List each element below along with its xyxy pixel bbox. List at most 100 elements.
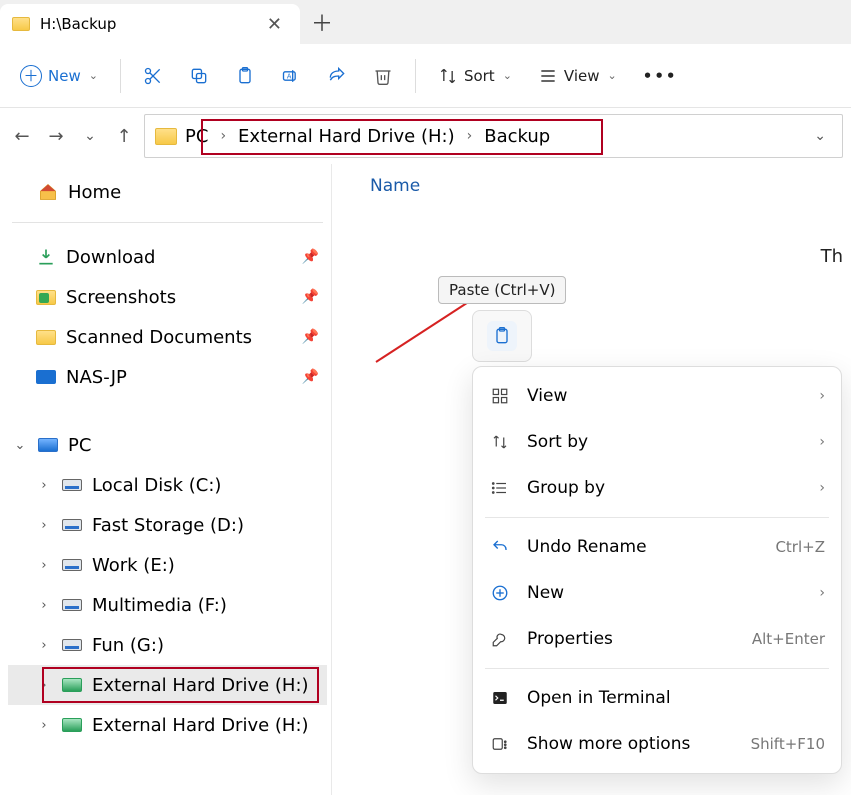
- cut-button[interactable]: [133, 56, 173, 96]
- copy-button[interactable]: [179, 56, 219, 96]
- tab-bar: H:\Backup ✕ ＋: [0, 0, 851, 44]
- context-menu: View › Sort by › Group by ›: [472, 366, 842, 774]
- ctx-label: Show more options: [527, 734, 690, 754]
- sidebar-item-scanned[interactable]: Scanned Documents 📌: [8, 317, 327, 357]
- clipboard-icon: [487, 321, 517, 351]
- chevron-right-icon[interactable]: ›: [36, 518, 52, 533]
- ctx-properties[interactable]: Properties Alt+Enter: [473, 616, 841, 662]
- sort-button[interactable]: Sort ⌄: [428, 56, 522, 96]
- chevron-right-icon[interactable]: ›: [36, 478, 52, 493]
- ctx-label: Properties: [527, 629, 613, 649]
- share-button[interactable]: [317, 56, 357, 96]
- crumb-pc[interactable]: PC: [185, 126, 208, 147]
- back-button[interactable]: ←: [8, 122, 36, 150]
- empty-hint-text: Th: [821, 246, 843, 267]
- chevron-right-icon: ›: [819, 585, 825, 601]
- external-disk-icon: [62, 718, 82, 732]
- divider: [485, 517, 829, 518]
- content-area[interactable]: Name ⌃ Th Paste (Ctrl+V) View ›: [332, 164, 851, 795]
- sidebar-item-label: External Hard Drive (H:): [92, 715, 309, 736]
- ctx-sort-by[interactable]: Sort by ›: [473, 419, 841, 465]
- chevron-right-icon[interactable]: ›: [36, 638, 52, 653]
- ctx-label: View: [527, 386, 567, 406]
- sidebar: Home Download 📌 Screenshots 📌 Scanned Do…: [0, 164, 332, 795]
- ellipsis-icon: •••: [643, 67, 678, 85]
- plus-circle-icon: ＋: [20, 65, 42, 87]
- ctx-show-more[interactable]: Show more options Shift+F10: [473, 721, 841, 767]
- sidebar-drive-g[interactable]: › Fun (G:): [8, 625, 327, 665]
- tab-title: H:\Backup: [40, 15, 251, 33]
- pin-icon[interactable]: 📌: [302, 289, 319, 305]
- sidebar-item-label: Local Disk (C:): [92, 475, 221, 496]
- chevron-right-icon[interactable]: ›: [36, 558, 52, 573]
- new-button[interactable]: ＋ New ⌄: [10, 56, 108, 96]
- sidebar-drive-d[interactable]: › Fast Storage (D:): [8, 505, 327, 545]
- pin-icon[interactable]: 📌: [302, 249, 319, 265]
- chevron-down-icon[interactable]: ⌄: [12, 438, 28, 453]
- ctx-shortcut: Alt+Enter: [752, 630, 825, 648]
- address-dropdown[interactable]: ⌄: [808, 128, 832, 144]
- chevron-right-icon[interactable]: ›: [467, 128, 473, 144]
- sidebar-item-label: External Hard Drive (H:): [92, 675, 309, 696]
- address-bar[interactable]: PC › External Hard Drive (H:) › Backup ⌄: [144, 114, 843, 158]
- close-tab-button[interactable]: ✕: [261, 14, 288, 35]
- chevron-right-icon[interactable]: ›: [36, 678, 52, 693]
- context-paste-button[interactable]: [472, 310, 532, 362]
- ctx-open-terminal[interactable]: Open in Terminal: [473, 675, 841, 721]
- share-icon: [327, 66, 347, 86]
- sidebar-drive-c[interactable]: › Local Disk (C:): [8, 465, 327, 505]
- sidebar-home[interactable]: Home: [8, 172, 327, 212]
- chevron-right-icon[interactable]: ›: [36, 718, 52, 733]
- sidebar-home-label: Home: [68, 182, 121, 203]
- more-button[interactable]: •••: [633, 56, 688, 96]
- folder-icon: [155, 128, 177, 145]
- sidebar-item-screenshots[interactable]: Screenshots 📌: [8, 277, 327, 317]
- tab-active[interactable]: H:\Backup ✕: [0, 4, 300, 44]
- ctx-new[interactable]: New ›: [473, 570, 841, 616]
- plus-circle-icon: [489, 582, 511, 604]
- sidebar-item-nasjp[interactable]: NAS-JP 📌: [8, 357, 327, 397]
- sort-icon: [438, 66, 458, 86]
- chevron-right-icon[interactable]: ›: [220, 128, 226, 144]
- chevron-down-icon: ⌄: [503, 69, 512, 82]
- rename-button[interactable]: A: [271, 56, 311, 96]
- chevron-right-icon: ›: [819, 480, 825, 496]
- crumb-drive[interactable]: External Hard Drive (H:): [238, 126, 455, 147]
- sidebar-item-label: Fun (G:): [92, 635, 164, 656]
- up-button[interactable]: ↑: [110, 122, 138, 150]
- sidebar-drive-f[interactable]: › Multimedia (F:): [8, 585, 327, 625]
- svg-text:A: A: [287, 72, 292, 80]
- sidebar-drive-e[interactable]: › Work (E:): [8, 545, 327, 585]
- ctx-view[interactable]: View ›: [473, 373, 841, 419]
- sort-label: Sort: [464, 67, 495, 85]
- view-button[interactable]: View ⌄: [528, 56, 627, 96]
- ctx-group-by[interactable]: Group by ›: [473, 465, 841, 511]
- pin-icon[interactable]: 📌: [302, 329, 319, 345]
- sidebar-item-label: Screenshots: [66, 287, 176, 308]
- recent-dropdown[interactable]: ⌄: [76, 122, 104, 150]
- divider: [415, 59, 416, 93]
- paste-button[interactable]: [225, 56, 265, 96]
- sidebar-drive-h-dup[interactable]: › External Hard Drive (H:): [8, 705, 327, 745]
- pin-icon[interactable]: 📌: [302, 369, 319, 385]
- crumb-folder[interactable]: Backup: [484, 126, 550, 147]
- sidebar-item-label: Work (E:): [92, 555, 175, 576]
- new-tab-button[interactable]: ＋: [300, 0, 344, 44]
- sidebar-item-download[interactable]: Download 📌: [8, 237, 327, 277]
- sidebar-pc[interactable]: ⌄ PC: [8, 425, 327, 465]
- divider: [120, 59, 121, 93]
- disk-icon: [62, 559, 82, 571]
- delete-button[interactable]: [363, 56, 403, 96]
- grid-icon: [489, 385, 511, 407]
- folder-icon: [36, 330, 56, 345]
- external-disk-icon: [62, 678, 82, 692]
- ctx-label: New: [527, 583, 564, 603]
- forward-button[interactable]: →: [42, 122, 70, 150]
- more-options-icon: [489, 733, 511, 755]
- disk-icon: [62, 479, 82, 491]
- sidebar-drive-h-highlighted[interactable]: › External Hard Drive (H:): [8, 665, 327, 705]
- undo-icon: [489, 536, 511, 558]
- column-header-name[interactable]: Name: [332, 164, 851, 208]
- ctx-undo-rename[interactable]: Undo Rename Ctrl+Z: [473, 524, 841, 570]
- chevron-right-icon[interactable]: ›: [36, 598, 52, 613]
